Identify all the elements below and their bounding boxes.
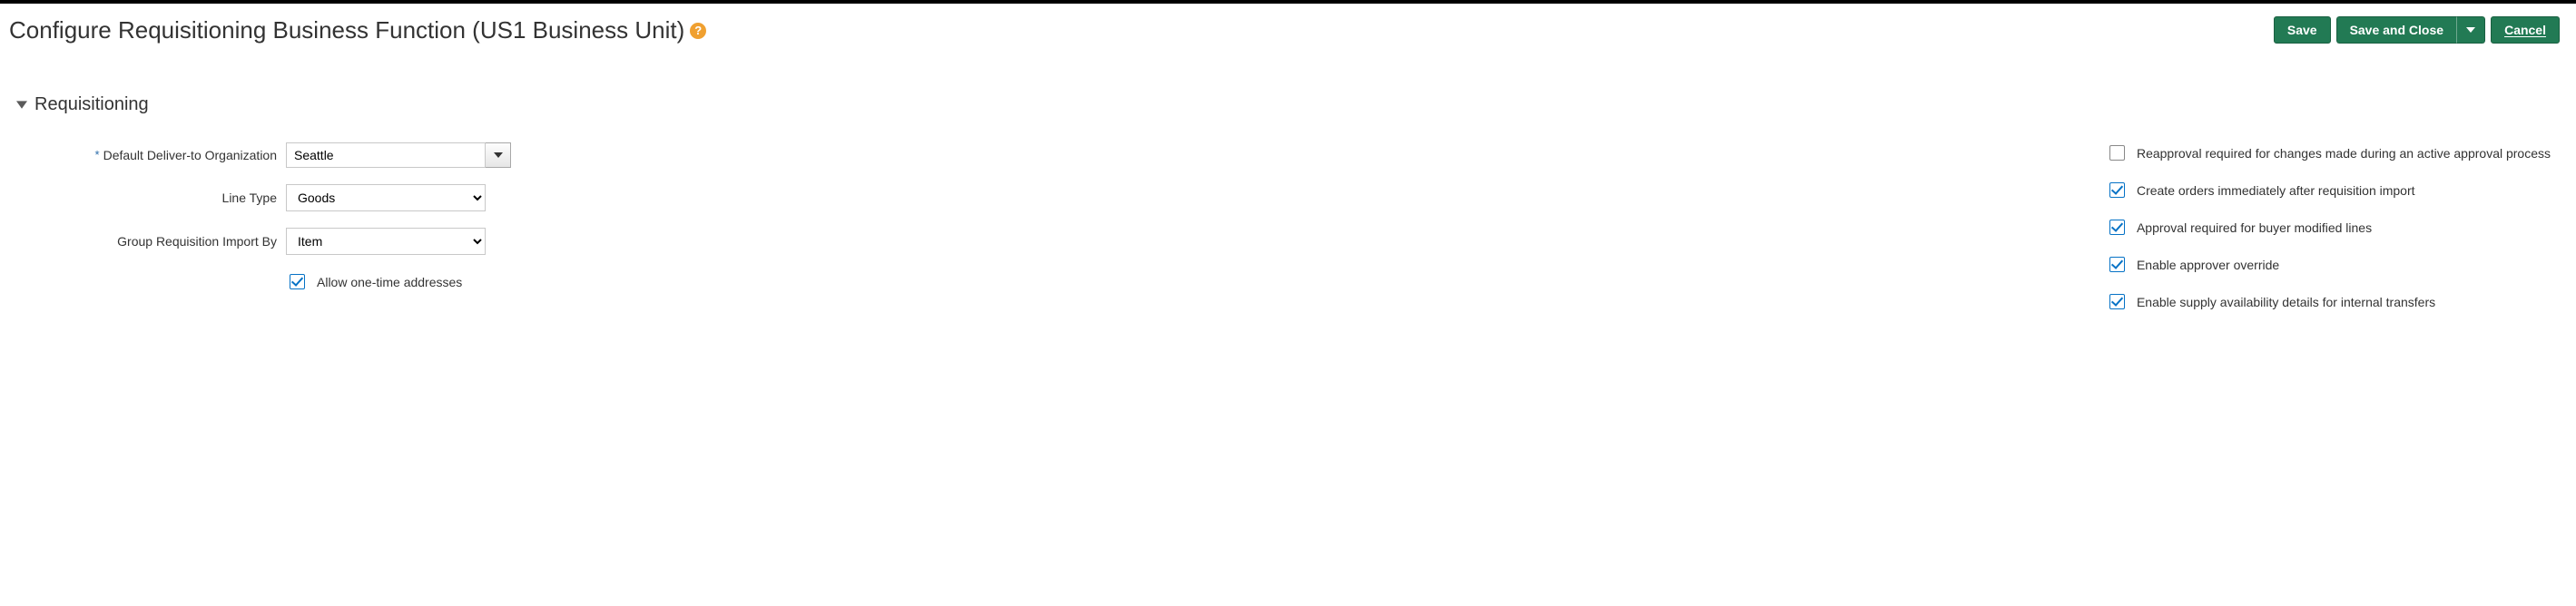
right-column: Reapproval required for changes made dur…	[2106, 142, 2560, 312]
create-orders-label[interactable]: Create orders immediately after requisit…	[2137, 183, 2415, 198]
page-container: Configure Requisitioning Business Functi…	[0, 4, 2576, 339]
create-orders-checkbox[interactable]	[2109, 182, 2125, 198]
page-title-wrap: Configure Requisitioning Business Functi…	[9, 16, 706, 44]
section-title: Requisitioning	[34, 94, 149, 115]
required-indicator: *	[95, 148, 100, 161]
approver-override-label[interactable]: Enable approver override	[2137, 258, 2279, 272]
supply-avail-checkbox[interactable]	[2109, 294, 2125, 309]
save-and-close-dropdown[interactable]	[2456, 16, 2485, 44]
field-supply-avail: Enable supply availability details for i…	[2106, 291, 2551, 312]
page-header: Configure Requisitioning Business Functi…	[9, 16, 2560, 44]
field-reapproval: Reapproval required for changes made dur…	[2106, 142, 2551, 163]
group-import-select[interactable]: Item	[286, 228, 486, 255]
field-approver-override: Enable approver override	[2106, 254, 2551, 275]
field-create-orders: Create orders immediately after requisit…	[2106, 180, 2551, 200]
field-approval-buyer: Approval required for buyer modified lin…	[2106, 217, 2551, 238]
section-header: Requisitioning	[16, 94, 2560, 115]
form-area: *Default Deliver-to Organization Line Ty…	[9, 142, 2560, 312]
field-allow-one-time: Allow one-time addresses	[45, 271, 554, 292]
deliver-to-label: *Default Deliver-to Organization	[45, 148, 277, 162]
save-and-close-button[interactable]: Save and Close	[2336, 16, 2457, 44]
approval-buyer-checkbox[interactable]	[2109, 220, 2125, 235]
collapse-toggle-icon[interactable]	[16, 98, 27, 112]
save-button-label: Save	[2287, 23, 2317, 37]
deliver-to-combobox	[286, 142, 511, 168]
line-type-label: Line Type	[45, 191, 277, 205]
approval-buyer-label[interactable]: Approval required for buyer modified lin…	[2137, 220, 2372, 235]
cancel-button-label: Cancel	[2504, 23, 2546, 37]
caret-down-icon	[494, 151, 503, 160]
reapproval-checkbox[interactable]	[2109, 145, 2125, 161]
group-import-label: Group Requisition Import By	[45, 234, 277, 249]
deliver-to-input[interactable]	[286, 142, 486, 168]
triangle-down-icon	[16, 99, 27, 110]
caret-down-icon	[2466, 25, 2475, 34]
save-and-close-label: Save and Close	[2350, 23, 2444, 37]
left-column: *Default Deliver-to Organization Line Ty…	[45, 142, 554, 312]
action-buttons: Save Save and Close Cancel	[2274, 16, 2560, 44]
allow-one-time-label[interactable]: Allow one-time addresses	[317, 275, 462, 289]
field-group-import: Group Requisition Import By Item	[45, 228, 554, 255]
allow-one-time-checkbox[interactable]	[290, 274, 305, 289]
save-button[interactable]: Save	[2274, 16, 2331, 44]
line-type-select[interactable]: Goods	[286, 184, 486, 211]
deliver-to-label-text: Default Deliver-to Organization	[103, 148, 277, 162]
help-icon[interactable]: ?	[690, 23, 706, 39]
page-title: Configure Requisitioning Business Functi…	[9, 16, 684, 44]
field-default-deliver-to: *Default Deliver-to Organization	[45, 142, 554, 168]
deliver-to-dropdown-button[interactable]	[486, 142, 511, 168]
field-line-type: Line Type Goods	[45, 184, 554, 211]
approver-override-checkbox[interactable]	[2109, 257, 2125, 272]
reapproval-label[interactable]: Reapproval required for changes made dur…	[2137, 146, 2551, 161]
cancel-button[interactable]: Cancel	[2491, 16, 2560, 44]
supply-avail-label[interactable]: Enable supply availability details for i…	[2137, 295, 2435, 309]
save-and-close-split: Save and Close	[2336, 16, 2486, 44]
requisitioning-section: Requisitioning *Default Deliver-to Organ…	[9, 94, 2560, 312]
